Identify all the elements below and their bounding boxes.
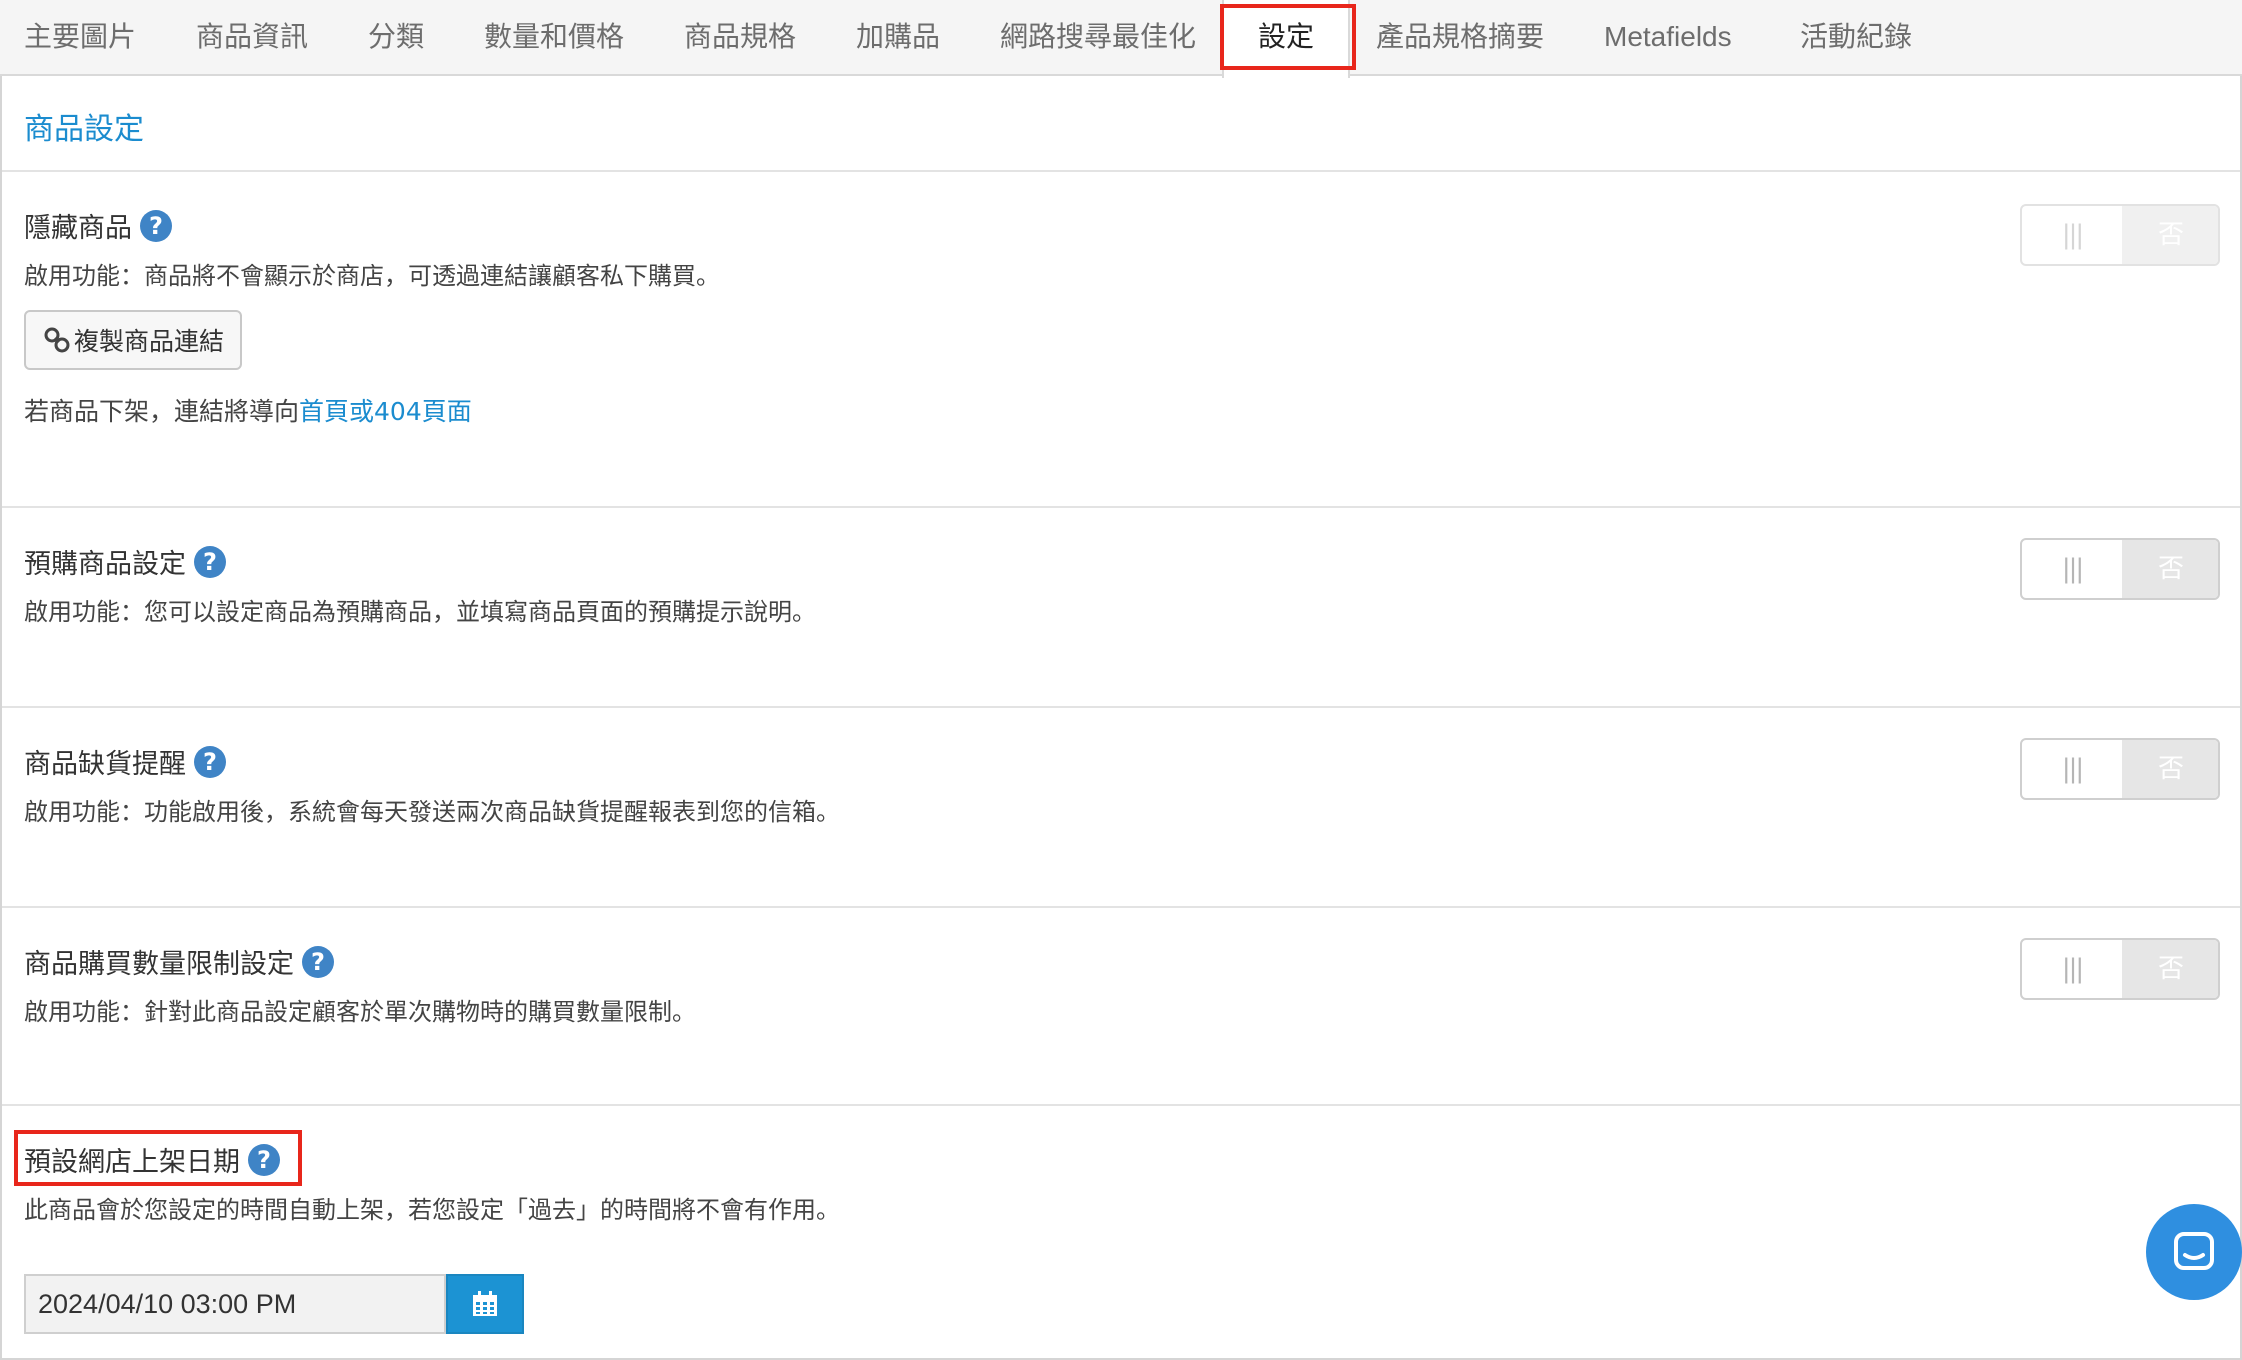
divider xyxy=(2,170,2240,172)
stock-alert-toggle[interactable]: ||| 否 xyxy=(2020,738,2220,800)
tab-spec-summary[interactable]: 產品規格摘要 xyxy=(1376,0,1544,74)
page-frame xyxy=(0,0,2242,1360)
tab-main-images[interactable]: 主要圖片 xyxy=(24,0,136,74)
purchase-limit-label: 商品購買數量限制設定 xyxy=(24,949,294,980)
redirect-prefix: 若商品下架，連結將導向 xyxy=(24,397,300,426)
question-circle-icon[interactable]: ? xyxy=(248,1143,280,1176)
question-circle-icon[interactable]: ? xyxy=(140,209,172,242)
section-title: 商品設定 xyxy=(24,112,144,147)
toggle-off-label: 否 xyxy=(2122,206,2218,264)
stock-alert-label: 商品缺貨提醒 xyxy=(24,749,186,780)
toggle-on-label: ||| xyxy=(2061,220,2084,250)
preorder-toggle[interactable]: ||| 否 xyxy=(2020,538,2220,600)
hidden-product-desc: 啟用功能：商品將不會顯示於商店，可透過連結讓顧客私下購買。 xyxy=(24,262,720,290)
tab-addon-items[interactable]: 加購品 xyxy=(856,0,940,74)
tab-categories[interactable]: 分類 xyxy=(368,0,424,74)
tab-seo[interactable]: 網路搜尋最佳化 xyxy=(1000,0,1196,74)
preorder-desc: 啟用功能：您可以設定商品為預購商品，並填寫商品頁面的預購提示說明。 xyxy=(24,598,816,626)
publish-date-label: 預設網店上架日期 xyxy=(24,1147,240,1178)
chat-launcher[interactable] xyxy=(2146,1204,2242,1300)
purchase-limit-desc: 啟用功能：針對此商品設定顧客於單次購物時的購買數量限制。 xyxy=(24,998,696,1026)
tab-quantity-price[interactable]: 數量和價格 xyxy=(484,0,624,74)
toggle-off-label: 否 xyxy=(2122,540,2218,598)
divider xyxy=(2,706,2240,708)
tab-activity-log[interactable]: 活動紀錄 xyxy=(1800,0,1912,74)
question-circle-icon[interactable]: ? xyxy=(194,545,226,578)
stock-alert-desc: 啟用功能：功能啟用後，系統會每天發送兩次商品缺貨提醒報表到您的信箱。 xyxy=(24,798,840,826)
tab-product-info[interactable]: 商品資訊 xyxy=(196,0,308,74)
toggle-on-label: ||| xyxy=(2061,754,2084,784)
toggle-off-label: 否 xyxy=(2122,740,2218,798)
tab-metafields[interactable]: Metafields xyxy=(1604,0,1732,74)
copy-button-label: 複製商品連結 xyxy=(73,327,224,356)
divider xyxy=(2,506,2240,508)
tab-settings[interactable]: 設定 xyxy=(1222,0,1350,78)
hidden-product-title: 隱藏商品 ? xyxy=(24,206,172,245)
copy-product-link-button[interactable]: 複製商品連結 xyxy=(24,310,242,370)
divider xyxy=(2,906,2240,908)
stock-alert-title: 商品缺貨提醒 ? xyxy=(24,742,226,781)
hidden-product-label: 隱藏商品 xyxy=(24,213,132,244)
publish-date-desc: 此商品會於您設定的時間自動上架，若您設定「過去」的時間將不會有作用。 xyxy=(24,1196,840,1224)
publish-date-title: 預設網店上架日期 ? xyxy=(24,1140,280,1179)
link-icon xyxy=(44,327,70,353)
question-circle-icon[interactable]: ? xyxy=(194,745,226,778)
calendar-icon xyxy=(473,1291,497,1316)
question-circle-icon[interactable]: ? xyxy=(302,945,334,978)
purchase-limit-title: 商品購買數量限制設定 ? xyxy=(24,942,334,981)
calendar-button[interactable] xyxy=(446,1274,524,1334)
toggle-on-label: ||| xyxy=(2061,954,2084,984)
redirect-note: 若商品下架，連結將導向首頁或404頁面 xyxy=(24,392,472,428)
hidden-product-toggle[interactable]: ||| 否 xyxy=(2020,204,2220,266)
purchase-limit-toggle[interactable]: ||| 否 xyxy=(2020,938,2220,1000)
tab-variants[interactable]: 商品規格 xyxy=(684,0,796,74)
divider xyxy=(2,1104,2240,1106)
chat-icon xyxy=(2174,1232,2214,1270)
toggle-off-label: 否 xyxy=(2122,940,2218,998)
publish-date-input[interactable]: 2024/04/10 03:00 PM xyxy=(24,1274,446,1334)
preorder-label: 預購商品設定 xyxy=(24,549,186,580)
toggle-on-label: ||| xyxy=(2061,554,2084,584)
redirect-link[interactable]: 首頁或404頁面 xyxy=(299,397,472,426)
preorder-title: 預購商品設定 ? xyxy=(24,542,226,581)
tab-bar: 主要圖片 商品資訊 分類 數量和價格 商品規格 加購品 網路搜尋最佳化 設定 產… xyxy=(0,0,2242,78)
